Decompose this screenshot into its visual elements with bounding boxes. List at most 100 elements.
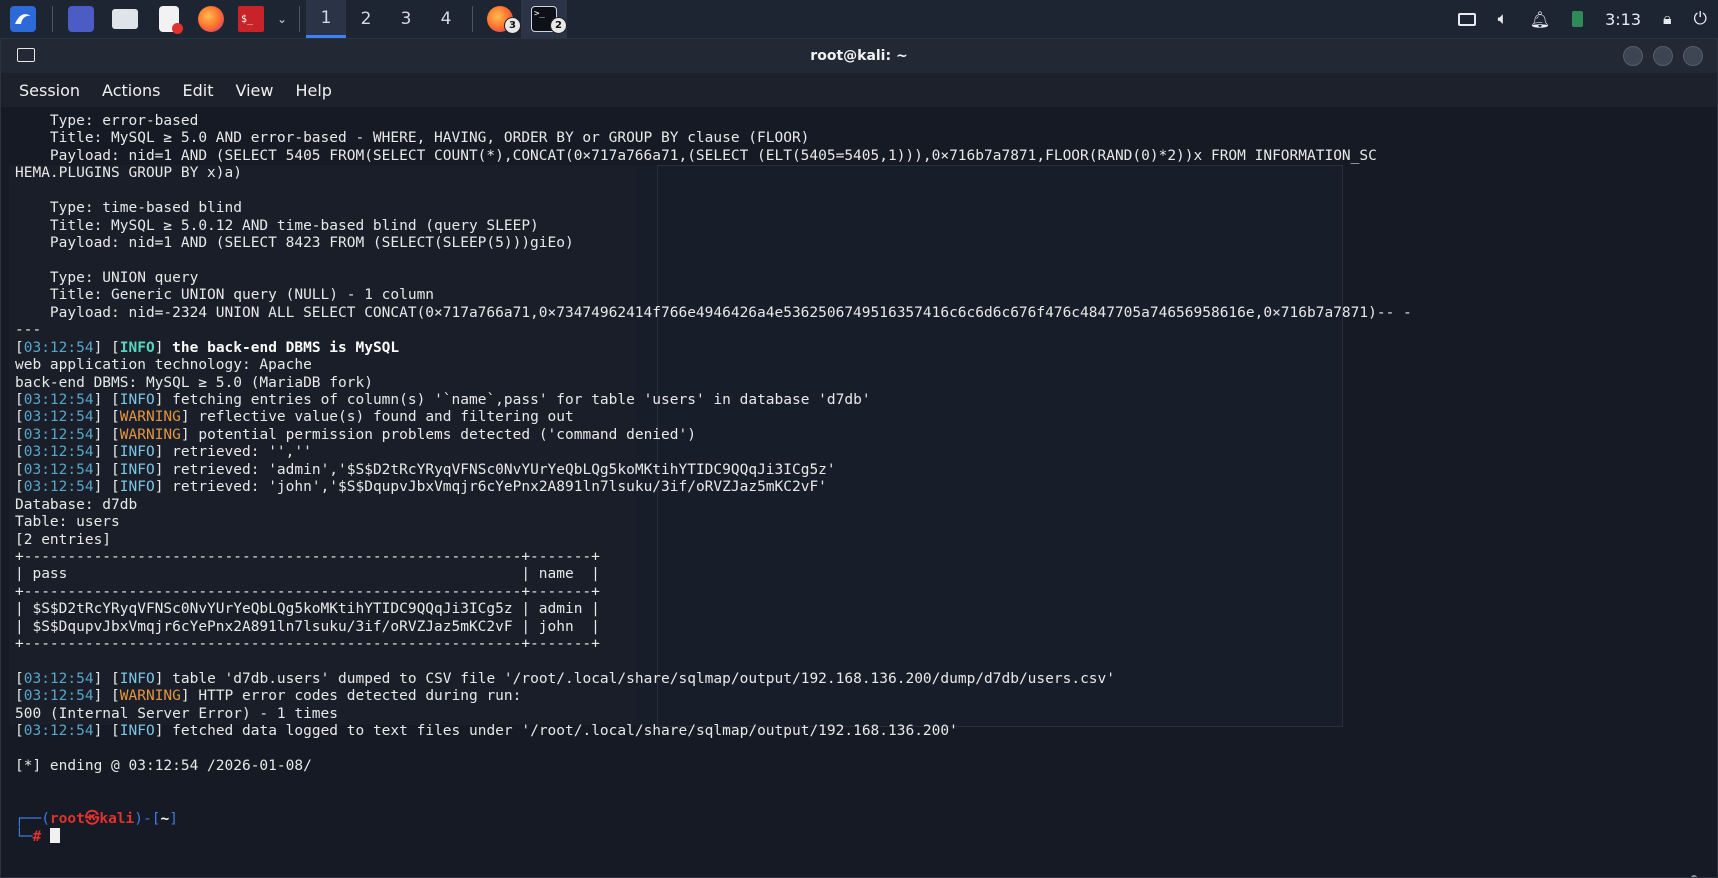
bracket: ] — [154, 461, 173, 478]
prompt-at: ㉿ — [84, 810, 100, 827]
power-icon: ⏻ — [1693, 9, 1707, 29]
output-line: back-end DBMS: MySQL ≥ 5.0 (MariaDB fork… — [15, 374, 373, 391]
log-line: [03:12:54] [INFO] fetching entries of co… — [15, 392, 1412, 409]
log-line: [03:12:54] [WARNING] HTTP error codes de… — [15, 688, 1412, 705]
terminal-scrollbar[interactable] — [1691, 875, 1697, 877]
show-desktop-button[interactable] — [59, 0, 103, 38]
notifications-button[interactable]: 🔔︎ — [1519, 0, 1561, 38]
battery-button[interactable] — [1561, 0, 1594, 38]
bracket: [ — [15, 671, 24, 687]
window-titlebar[interactable]: root@kali: ~ — [1, 39, 1717, 73]
bracket: ] — [154, 479, 173, 496]
taskbar: $_ ⌄ 1 2 3 4 3 >_ 2 🔈︎ 🔔︎ 3:13 🔒︎ ⏻ — [0, 0, 1718, 38]
clock[interactable]: 3:13 — [1594, 0, 1652, 38]
terminal-launcher-button[interactable]: $_ — [231, 0, 271, 38]
prompt-input-line[interactable]: └─# — [15, 827, 1412, 845]
bracket: ] — [180, 426, 199, 443]
workspace-switcher: 1 2 3 4 — [306, 0, 466, 38]
output-line: HEMA.PLUGINS GROUP BY x)a) — [15, 165, 242, 182]
output-line: Type: UNION query — [15, 269, 199, 286]
bracket: ] — [154, 444, 173, 461]
display-button[interactable] — [1447, 0, 1487, 38]
menu-view[interactable]: View — [233, 79, 275, 102]
bracket: [ — [15, 444, 24, 461]
menu-bar: Session Actions Edit View Help — [1, 73, 1717, 107]
terminal-task-button[interactable]: >_ 2 — [521, 0, 567, 38]
log-level: INFO — [119, 444, 155, 461]
log-level: INFO — [119, 461, 155, 478]
output-line: +---------------------------------------… — [15, 636, 600, 653]
output-line: Type: error-based — [15, 113, 199, 129]
bracket: ] — [180, 409, 199, 426]
workspace-2[interactable]: 2 — [346, 0, 386, 38]
output-line: --- — [15, 322, 42, 339]
file-manager-button[interactable] — [103, 0, 147, 38]
bracket: [ — [15, 461, 24, 478]
launcher-dropdown-button[interactable]: ⌄ — [271, 0, 293, 38]
bracket: ] [ — [93, 479, 120, 496]
log-timestamp: 03:12:54 — [23, 479, 94, 496]
text-editor-icon — [159, 6, 183, 34]
output-line: Payload: nid=1 AND (SELECT 8423 FROM (SE… — [15, 235, 574, 252]
workspace-1[interactable]: 1 — [306, 0, 346, 38]
workspace-3[interactable]: 3 — [386, 0, 426, 38]
bracket: [ — [15, 339, 24, 356]
terminal-output[interactable]: Type: error-based Title: MySQL ≥ 5.0 AND… — [1, 107, 1703, 877]
menu-actions[interactable]: Actions — [100, 79, 162, 102]
kali-menu-button[interactable] — [0, 0, 46, 38]
log-line: [03:12:54] [WARNING] potential permissio… — [15, 427, 1412, 444]
log-level: INFO — [119, 671, 155, 687]
bracket: [ — [15, 426, 24, 443]
log-message: table 'd7db.users' dumped to CSV file '/… — [172, 671, 1115, 687]
menu-help[interactable]: Help — [293, 79, 333, 102]
output-line: 500 (Internal Server Error) - 1 times — [15, 705, 339, 722]
output-line: Payload: nid=-2324 UNION ALL SELECT CONC… — [15, 304, 1412, 321]
log-message: retrieved: '','' — [172, 444, 312, 461]
bracket: ] [ — [93, 461, 120, 478]
window-title: root@kali: ~ — [810, 48, 908, 64]
minimize-button[interactable] — [1623, 46, 1643, 66]
log-level: INFO — [119, 723, 155, 740]
text-cursor — [49, 827, 60, 843]
log-line: [03:12:54] [INFO] the back-end DBMS is M… — [15, 340, 1412, 357]
monitor-icon — [1457, 12, 1476, 26]
firefox-task-button[interactable]: 3 — [479, 0, 521, 38]
power-button[interactable]: ⏻ — [1683, 0, 1718, 38]
terminal-red-icon: $_ — [238, 6, 264, 32]
lock-screen-button[interactable]: 🔒︎ — [1652, 0, 1683, 38]
prompt-symbol: # — [32, 828, 42, 845]
bracket: ] [ — [93, 444, 120, 461]
workspace-4[interactable]: 4 — [426, 0, 466, 38]
bracket: ] [ — [93, 426, 120, 443]
clock-time: 3:13 — [1605, 9, 1642, 29]
taskbar-separator — [52, 6, 53, 32]
log-message: reflective value(s) found and filtering … — [198, 409, 574, 426]
menu-edit[interactable]: Edit — [181, 79, 216, 102]
bracket: [ — [15, 392, 24, 408]
output-line: | $S$D2tRcYRyqVFNSc0NvYUrYeQbLQg5koMKtih… — [15, 601, 600, 618]
output-line: Table: users — [15, 514, 120, 531]
bracket: [ — [15, 479, 24, 496]
log-line: [03:12:54] [INFO] retrieved: 'admin','$S… — [15, 462, 1412, 479]
log-timestamp: 03:12:54 — [23, 409, 94, 426]
log-timestamp: 03:12:54 — [23, 392, 94, 408]
log-level: WARNING — [119, 688, 181, 705]
maximize-button[interactable] — [1653, 46, 1673, 66]
prompt-host: kali — [99, 810, 135, 827]
taskbar-separator — [472, 6, 473, 32]
output-line: Database: d7db — [15, 496, 138, 513]
taskbar-separator — [299, 6, 300, 32]
close-button[interactable] — [1683, 46, 1703, 66]
menu-session[interactable]: Session — [17, 79, 82, 102]
bracket: ] [ — [93, 671, 120, 687]
volume-button[interactable]: 🔈︎ — [1487, 0, 1519, 38]
log-line: [03:12:54] [WARNING] reflective value(s)… — [15, 409, 1412, 426]
log-timestamp: 03:12:54 — [23, 723, 94, 740]
text-editor-button[interactable] — [147, 0, 191, 38]
bracket: ] — [154, 723, 173, 740]
log-message: the back-end DBMS is MySQL — [172, 339, 400, 356]
firefox-launcher-button[interactable] — [191, 0, 231, 38]
output-line: web application technology: Apache — [15, 357, 312, 374]
bracket: ] — [154, 392, 173, 408]
